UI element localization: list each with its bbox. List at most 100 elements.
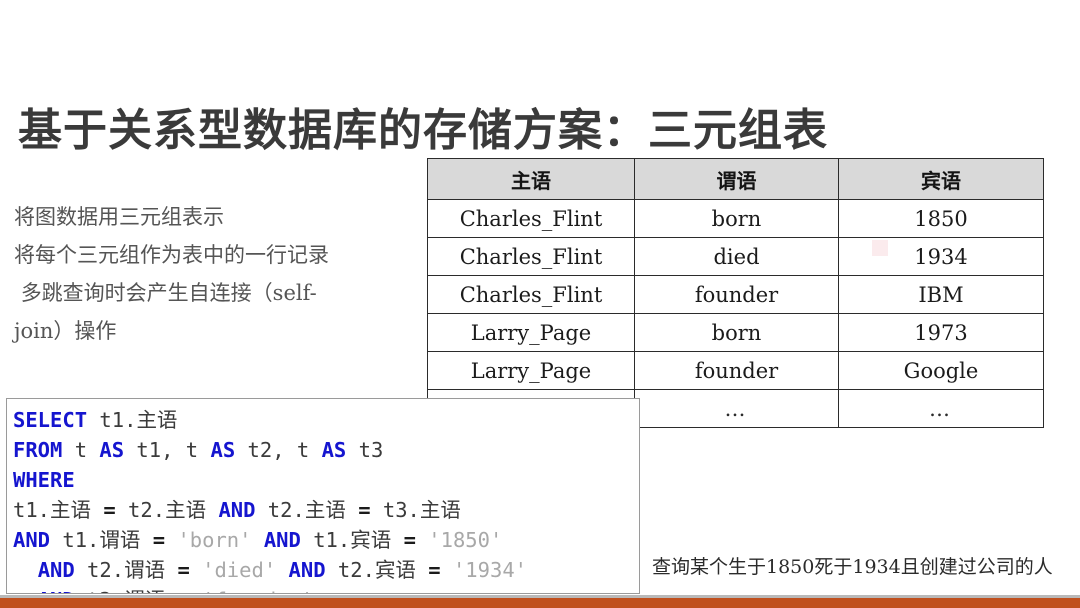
- sql-line: AND t1.谓语 = 'born' AND t1.宾语 = '1850': [13, 525, 639, 555]
- bullet-list: 将图数据用三元组表示将每个三元组作为表中的一行记录 多跳查询时会产生自连接（se…: [14, 198, 424, 346]
- sql-token-kw: AS: [321, 438, 347, 462]
- sql-token-op: =: [428, 558, 441, 582]
- sql-token-id: t2, t: [235, 438, 322, 462]
- sql-token-id: [91, 498, 103, 522]
- sql-token-id: t1.: [300, 528, 351, 552]
- sql-line: AND t2.谓语 = 'died' AND t2.宾语 = '1934': [13, 555, 639, 585]
- sql-token-id: t2.: [325, 558, 375, 582]
- sql-token-id: t1.: [87, 408, 137, 432]
- sql-token-id: [190, 558, 202, 582]
- sql-token-cjk: 宾语: [350, 528, 392, 552]
- sql-token-cjk: 谓语: [124, 558, 166, 582]
- sql-line: FROM t AS t1, t AS t2, t AS t3: [13, 435, 639, 465]
- sql-token-id: t: [62, 438, 100, 462]
- table-row: Larry_Page founder Google: [427, 351, 1044, 390]
- sql-token-kw: WHERE: [13, 468, 75, 492]
- slide-canvas: 基于关系型数据库的存储方案：三元组表 将图数据用三元组表示 将每个三元组作为表中的…: [0, 0, 1080, 608]
- table-cell: 1850: [838, 199, 1044, 238]
- sql-token-kw: AS: [210, 438, 236, 462]
- table-header-cell: 宾语: [838, 158, 1044, 200]
- sql-token-kw: AND: [218, 498, 256, 522]
- sql-token-cjk: 宾语: [374, 558, 416, 582]
- triple-store-table: 主语 谓语 宾语 Charles_Flint born 1850 Charles_Flin…: [427, 158, 1044, 428]
- sql-token-id: t3.: [370, 498, 420, 522]
- table-cell: Charles_Flint: [427, 199, 635, 238]
- sql-token-kw: AND: [263, 528, 301, 552]
- sql-token-id: t3.: [75, 588, 124, 593]
- sql-token-str: 'born': [177, 528, 252, 552]
- sql-token-kw: FROM: [13, 438, 63, 462]
- sql-line: t1.主语 = t2.主语 AND t2.主语 = t3.主语: [13, 495, 639, 525]
- table-row: Charles_Flint died 1934: [427, 237, 1044, 276]
- table-cell: founder: [634, 351, 839, 390]
- sql-token-id: [346, 498, 358, 522]
- sql-line: AND t3.谓语 = 'founder': [13, 585, 639, 593]
- table-cell: IBM: [838, 275, 1044, 314]
- table-cell: Google: [838, 351, 1044, 390]
- sql-token-op: =: [358, 498, 371, 522]
- table-cell: born: [634, 199, 839, 238]
- table-cell: …: [634, 389, 839, 428]
- sql-code-block: SELECT t1.主语 FROM t AS t1, t AS t2, t AS …: [6, 398, 640, 594]
- table-cell: 1934: [838, 237, 1044, 276]
- sql-token-id: [165, 558, 177, 582]
- bullet-line: join）操作: [14, 319, 117, 343]
- bottom-accent-bar: [0, 598, 1080, 608]
- sql-token-kw: AND: [288, 558, 326, 582]
- sql-line: WHERE: [13, 465, 639, 495]
- sql-token-id: t2.: [255, 498, 305, 522]
- table-row: Charles_Flint founder IBM: [427, 275, 1044, 314]
- sql-token-id: [276, 558, 288, 582]
- sql-line: SELECT t1.主语: [13, 405, 639, 435]
- table-header-cell: 谓语: [634, 158, 839, 200]
- sql-token-id: [190, 588, 202, 593]
- sql-token-id: [140, 528, 152, 552]
- table-header-row: 主语 谓语 宾语: [427, 158, 1044, 200]
- sql-token-id: t2.: [115, 498, 166, 522]
- sql-token-str: '1934': [452, 558, 528, 582]
- sql-token-id: t1.: [50, 528, 100, 552]
- sql-token-kw: AND: [13, 528, 51, 552]
- sql-token-id: [441, 558, 453, 582]
- sql-token-id: [252, 528, 264, 552]
- sql-token-str: 'died': [202, 558, 277, 582]
- sql-token-id: t2.: [74, 558, 125, 582]
- sql-token-id: t3: [346, 438, 384, 462]
- query-caption: 查询某个生于1850死于1934且创建过公司的人: [652, 556, 1053, 578]
- sql-token-op: =: [403, 528, 416, 552]
- sql-token-id: [416, 558, 428, 582]
- sql-token-cjk: 主语: [304, 498, 346, 522]
- table-cell: …: [838, 389, 1044, 428]
- sql-token-op: =: [177, 558, 190, 582]
- table-cell: Larry_Page: [427, 313, 635, 352]
- table-cell: 1973: [838, 313, 1044, 352]
- sql-token-id: [165, 588, 177, 593]
- sql-token-op: =: [177, 588, 189, 593]
- table-cell: Charles_Flint: [427, 275, 635, 314]
- table-cell: born: [634, 313, 839, 352]
- sql-token-cjk: 主语: [419, 498, 461, 522]
- sql-token-kw: SELECT: [13, 408, 88, 432]
- sql-token-cjk: 谓语: [124, 588, 165, 593]
- table-row: Charles_Flint born 1850: [427, 199, 1044, 238]
- sql-token-id: [391, 528, 403, 552]
- sql-token-id: [13, 558, 38, 582]
- sql-token-kw: AS: [99, 438, 125, 462]
- sql-token-str: '1850': [428, 528, 503, 552]
- table-cell: died: [634, 237, 839, 276]
- bullet-line: 将图数据用三元组表示: [14, 205, 224, 229]
- sql-token-id: t1, t: [124, 438, 211, 462]
- sql-token-id: [165, 528, 177, 552]
- sql-token-id: [416, 528, 428, 552]
- table-cell: Larry_Page: [427, 351, 635, 390]
- sql-token-kw: AND: [37, 558, 75, 582]
- table-cell: founder: [634, 275, 839, 314]
- sql-token-cjk: 谓语: [99, 528, 141, 552]
- bullet-line: 将每个三元组作为表中的一行记录: [14, 243, 329, 267]
- bullet-line: 多跳查询时会产生自连接（self-: [14, 281, 317, 305]
- table-header-cell: 主语: [427, 158, 635, 200]
- sql-token-op: =: [152, 528, 166, 552]
- table-body: Charles_Flint born 1850 Charles_Flint died 19…: [427, 199, 1044, 428]
- table-row: Larry_Page born 1973: [427, 313, 1044, 352]
- sql-token-id: t1.: [13, 498, 51, 522]
